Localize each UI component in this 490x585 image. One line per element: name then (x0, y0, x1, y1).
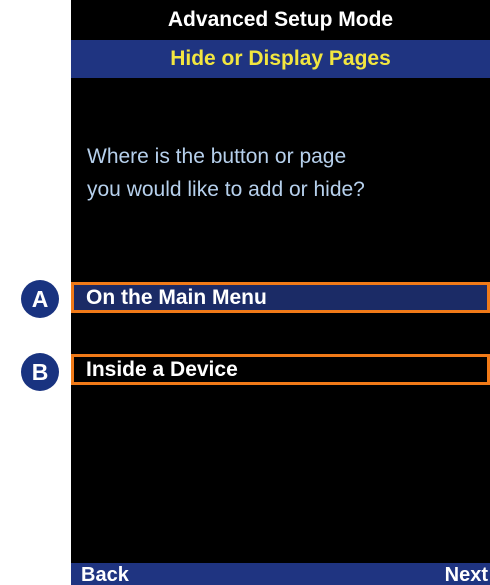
softkey-bar: Back Next (71, 563, 490, 585)
prompt-line-2: you would like to add or hide? (87, 178, 365, 201)
remote-screen: Advanced Setup Mode Hide or Display Page… (71, 0, 490, 585)
option-label: Inside a Device (86, 358, 238, 381)
option-main-menu[interactable]: On the Main Menu (73, 284, 488, 311)
option-inside-device[interactable]: Inside a Device (73, 356, 488, 383)
prompt-text: Where is the button or page you would li… (87, 140, 482, 206)
back-softkey[interactable]: Back (81, 563, 129, 585)
prompt-line-1: Where is the button or page (87, 145, 347, 168)
callout-badge-a: A (21, 280, 59, 318)
next-softkey[interactable]: Next (445, 563, 488, 585)
option-label: On the Main Menu (86, 286, 267, 309)
screen-subtitle: Hide or Display Pages (71, 40, 490, 78)
callout-badge-b: B (21, 353, 59, 391)
screen-title: Advanced Setup Mode (71, 0, 490, 40)
